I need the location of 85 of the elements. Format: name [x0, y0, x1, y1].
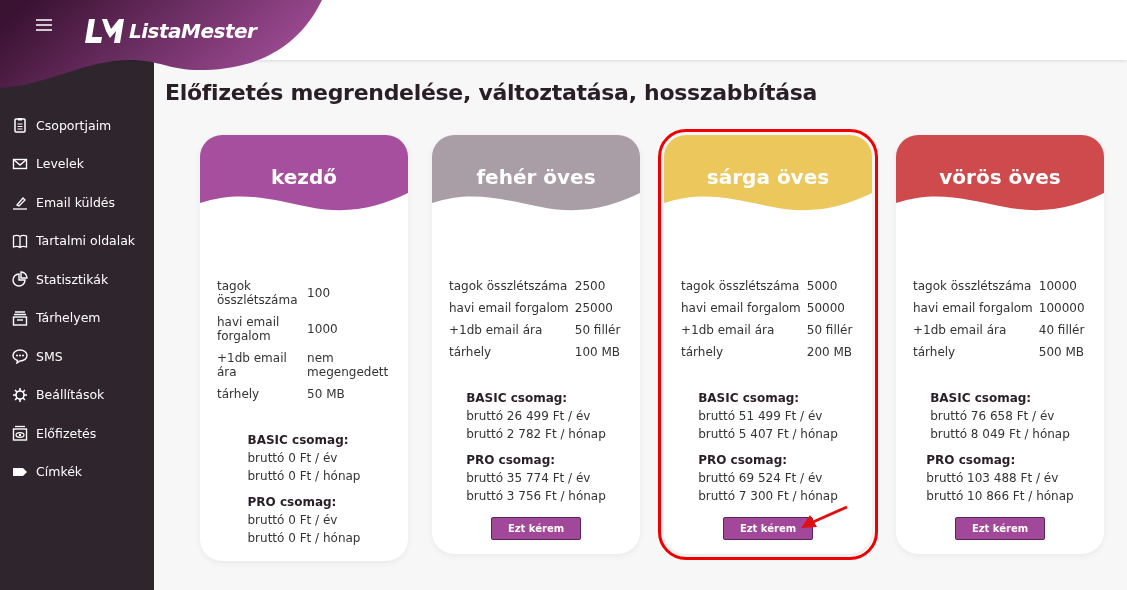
order-button[interactable]: Ezt kérem [722, 517, 814, 540]
sidebar-item[interactable]: Statisztikák [0, 260, 154, 299]
spec-label: +1db email ára [681, 323, 775, 337]
spec-label: +1db email ára [913, 323, 1007, 337]
sidebar-item[interactable]: Tárhelyem [0, 298, 154, 337]
logo-text: ListaMester [129, 19, 257, 43]
price-text: bruttó 8 049 Ft / hónap [930, 426, 1070, 443]
spec-label: tagok összlétszáma [681, 279, 800, 293]
spec-value: 100 MB [574, 345, 621, 359]
order-button[interactable]: Ezt kérem [490, 517, 582, 540]
spec-label: tárhely [681, 345, 724, 359]
price-text: bruttó 7 300 Ft / hónap [698, 488, 838, 505]
order-button[interactable]: Ezt kérem [954, 517, 1046, 540]
package-name: BASIC csomag: [466, 390, 569, 407]
price-text: bruttó 0 Ft / hónap [247, 468, 361, 485]
chat-bubble-icon [12, 348, 28, 365]
price-text: bruttó 10 866 Ft / hónap [926, 488, 1074, 505]
spec-value: 100 [307, 286, 330, 300]
spec-label: havi email forgalom [681, 301, 801, 315]
plan-title: fehér öves [475, 164, 597, 189]
price-text: bruttó 26 499 Ft / év [466, 408, 592, 425]
spec-label: tárhely [913, 345, 956, 359]
ticket-icon [12, 425, 28, 442]
logo-mark-icon [85, 17, 125, 45]
sidebar-item[interactable]: Beállítások [0, 375, 154, 414]
spec-value: 500 MB [1038, 345, 1085, 359]
package-name: PRO csomag: [926, 452, 1017, 469]
spec-value: 2500 [574, 279, 606, 293]
package-name: BASIC csomag: [247, 432, 350, 449]
spec-value: 25000 [574, 301, 613, 315]
spec-value: 10000 [1038, 279, 1077, 293]
package-name: BASIC csomag: [930, 390, 1033, 407]
price-text: bruttó 2 782 Ft / hónap [466, 426, 606, 443]
spec-label: tárhely [449, 345, 492, 359]
spec-label: tárhely [217, 387, 260, 401]
price-text: bruttó 5 407 Ft / hónap [698, 426, 838, 443]
price-text: bruttó 51 499 Ft / év [698, 408, 824, 425]
spec-value: 50 fillér [574, 323, 621, 337]
package-name: PRO csomag: [698, 452, 789, 469]
book-icon [12, 232, 28, 249]
sidebar-item[interactable]: Csoportjaim [0, 106, 154, 145]
package-name: PRO csomag: [247, 494, 338, 511]
sidebar-item[interactable]: SMS [0, 337, 154, 376]
storage-icon [12, 309, 28, 326]
spec-label: havi email forgalom [217, 315, 280, 343]
sidebar-item[interactable]: Előfizetés [0, 414, 154, 453]
price-text: bruttó 76 658 Ft / év [930, 408, 1056, 425]
spec-label: +1db email ára [217, 351, 287, 379]
spec-value: 5000 [806, 279, 838, 293]
pointer-arrow [799, 505, 849, 531]
price-text: bruttó 0 Ft / hónap [247, 530, 361, 547]
spec-value: 1000 [307, 322, 338, 336]
page-title: Előfizetés megrendelése, változtatása, hosszabbítása [165, 80, 819, 105]
plan-title: vörös öves [938, 164, 1062, 189]
spec-value: 50 MB [307, 387, 345, 401]
sidebar-item[interactable]: Levelek [0, 144, 154, 183]
spec-label: tagok összlétszáma [913, 279, 1032, 293]
sidebar-item[interactable]: Címkék [0, 452, 154, 491]
spec-label: havi email forgalom [449, 301, 569, 315]
price-text: bruttó 3 756 Ft / hónap [466, 488, 606, 505]
plan-title: sárga öves [705, 164, 831, 189]
spec-label: +1db email ára [449, 323, 543, 337]
price-text: bruttó 0 Ft / év [247, 450, 339, 467]
price-text: bruttó 35 774 Ft / év [466, 470, 592, 487]
spec-value: 40 fillér [1038, 323, 1085, 337]
plan-title: kezdő [270, 164, 338, 189]
sidebar-item[interactable]: Tartalmi oldalak [0, 221, 154, 260]
sidebar-item[interactable]: Email küldés [0, 183, 154, 222]
spec-label: havi email forgalom [913, 301, 1033, 315]
spec-value: nem megengedett [307, 351, 389, 379]
spec-value: 100000 [1038, 301, 1085, 315]
gear-icon [12, 386, 28, 403]
price-text: bruttó 0 Ft / év [247, 512, 339, 529]
spec-label: tagok összlétszáma [449, 279, 568, 293]
menu-icon[interactable] [36, 19, 52, 31]
price-text: bruttó 103 488 Ft / év [926, 470, 1060, 487]
spec-value: 200 MB [806, 345, 853, 359]
spec-value: 50000 [806, 301, 845, 315]
clipboard-icon [12, 117, 28, 134]
pie-chart-icon [12, 271, 28, 288]
package-name: BASIC csomag: [698, 390, 801, 407]
package-name: PRO csomag: [466, 452, 557, 469]
spec-label: tagok összlétszáma [217, 279, 298, 307]
price-text: bruttó 69 524 Ft / év [698, 470, 824, 487]
spec-value: 50 fillér [806, 323, 853, 337]
